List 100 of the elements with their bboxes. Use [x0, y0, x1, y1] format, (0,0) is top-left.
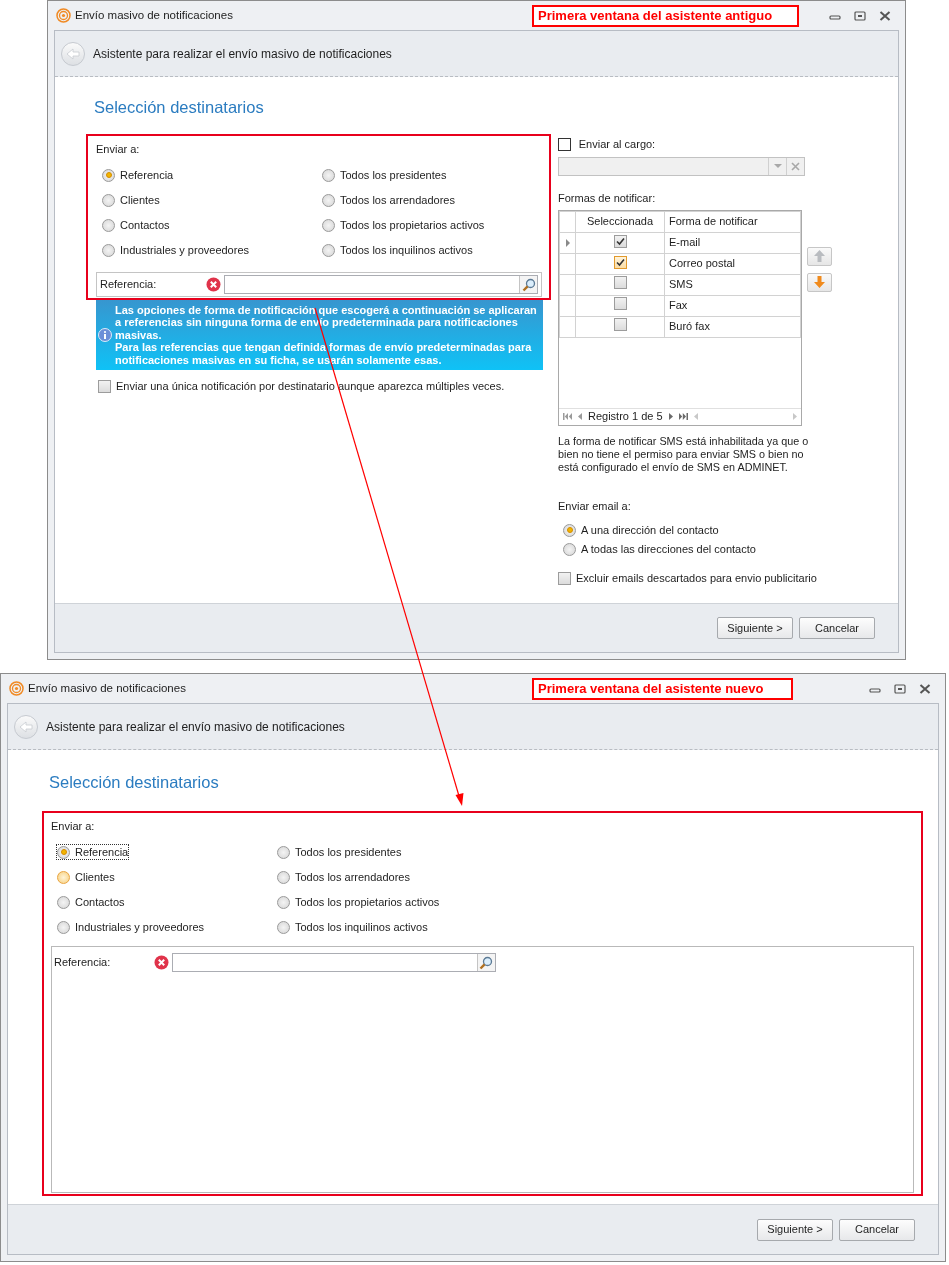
table-cell: Buró fax	[664, 316, 801, 337]
table-cell: E-mail	[664, 232, 801, 253]
wizard-header-text: Asistente para realizar el envío masivo de notificaciones	[93, 45, 392, 63]
radio-button[interactable]	[102, 243, 115, 257]
radio-option[interactable]: Referencia	[102, 168, 174, 182]
role-dropdown[interactable]	[558, 157, 805, 176]
checkbox-option[interactable]: Excluir emails descartados para envio publicitario	[558, 571, 818, 585]
radio-option[interactable]: Industriales y proveedores	[102, 243, 249, 257]
radio-option[interactable]: A todas las direcciones del contacto	[563, 542, 756, 556]
radio-option[interactable]: Todos los arrendadores	[277, 870, 410, 884]
search-button[interactable]	[476, 954, 495, 971]
reference-field[interactable]	[171, 953, 496, 972]
radio-button[interactable]	[57, 895, 70, 909]
move-up-button[interactable]	[807, 246, 832, 266]
radio-button[interactable]	[322, 193, 335, 207]
radio-option[interactable]: Contactos	[102, 218, 170, 232]
radio-button[interactable]	[102, 168, 115, 182]
radio-button[interactable]	[322, 218, 335, 232]
broadcast-icon	[56, 8, 71, 23]
window-title: Envío masivo de notificaciones	[75, 7, 233, 23]
back-arrow-icon	[66, 47, 80, 60]
radio-option[interactable]: Referencia	[57, 845, 129, 859]
back-button[interactable]	[61, 41, 85, 66]
section-label: Formas de notificar:	[558, 191, 657, 206]
last-record-icon[interactable]	[678, 413, 688, 420]
annotation-label: Primera ventana del asistente nuevo	[532, 677, 793, 700]
first-record-icon[interactable]	[563, 413, 572, 420]
radio-option[interactable]: Contactos	[57, 895, 125, 909]
checkbox[interactable]	[613, 235, 627, 249]
checkbox[interactable]	[613, 317, 627, 331]
radio-option[interactable]: Todos los inquilinos activos	[277, 920, 428, 934]
checkbox[interactable]	[558, 137, 571, 151]
group-label: Enviar a:	[51, 819, 96, 833]
checkbox[interactable]	[613, 256, 627, 270]
table-cell: SMS	[664, 274, 801, 295]
checkbox[interactable]	[98, 379, 111, 393]
radio-option[interactable]: Todos los propietarios activos	[322, 218, 485, 232]
radio-option[interactable]: Clientes	[57, 870, 115, 884]
search-button[interactable]	[519, 276, 537, 293]
radio-option[interactable]: Todos los propietarios activos	[277, 895, 440, 909]
info-icon	[98, 328, 112, 342]
radio-button[interactable]	[277, 845, 290, 859]
annotation-label: Primera ventana del asistente antiguo	[532, 4, 799, 27]
move-down-button[interactable]	[807, 272, 832, 292]
scroll-right-icon[interactable]	[793, 413, 797, 420]
dialog-button[interactable]: Cancelar	[799, 617, 875, 639]
radio-button[interactable]	[322, 243, 335, 257]
dialog-button[interactable]: Cancelar	[839, 1218, 915, 1241]
dropdown-arrow-icon	[773, 164, 782, 169]
reference-field[interactable]	[223, 275, 538, 294]
radio-button[interactable]	[277, 920, 290, 934]
column-header[interactable]: Seleccionada	[575, 211, 665, 232]
previous-record-icon[interactable]	[578, 413, 582, 420]
radio-button[interactable]	[102, 218, 115, 232]
radio-button[interactable]	[563, 523, 576, 537]
wizard-header-text: Asistente para realizar el envío masivo de notificaciones	[46, 718, 345, 736]
field-label: Referencia:	[54, 955, 112, 971]
maximize-icon[interactable]	[894, 683, 906, 694]
scroll-left-icon[interactable]	[693, 413, 698, 420]
table-cell: Fax	[664, 295, 801, 316]
radio-option[interactable]: A una dirección del contacto	[563, 523, 719, 537]
checkbox-option[interactable]: Enviar al cargo:	[558, 137, 805, 151]
next-record-icon[interactable]	[668, 413, 673, 420]
section-label: Enviar email a:	[558, 498, 632, 514]
radio-option[interactable]: Todos los presidentes	[322, 168, 447, 182]
radio-button[interactable]	[57, 920, 70, 934]
record-counter: Registro 1 de 5	[588, 409, 663, 425]
radio-button[interactable]	[322, 168, 335, 182]
dialog-button[interactable]: Siguiente >	[757, 1218, 833, 1241]
radio-option[interactable]: Clientes	[102, 193, 160, 207]
radio-button[interactable]	[102, 193, 115, 207]
close-icon[interactable]	[919, 683, 931, 694]
back-arrow-icon	[19, 720, 33, 733]
radio-button[interactable]	[277, 870, 290, 884]
radio-option[interactable]: Todos los inquilinos activos	[322, 243, 473, 257]
radio-option[interactable]: Industriales y proveedores	[57, 920, 204, 934]
checkbox-option[interactable]: Enviar una única notificación por destinatario aunque aparezca múltiples veces.	[98, 379, 551, 393]
checkbox[interactable]	[613, 296, 627, 310]
radio-button[interactable]	[57, 845, 70, 859]
radio-button[interactable]	[57, 870, 70, 884]
column-header[interactable]: Forma de notificar	[664, 211, 801, 232]
checkbox[interactable]	[558, 571, 571, 585]
row-indicator-icon	[564, 238, 571, 247]
dialog-button[interactable]: Siguiente >	[717, 617, 793, 639]
clear-icon	[791, 162, 800, 171]
section-heading: Selección destinatarios	[49, 772, 220, 792]
note-text: La forma de notificar SMS está inhabilitada ya que o bien no tiene el permiso para enviar SMS o bien no está configurado el envío de SMS en ADMINET.	[558, 434, 810, 474]
search-icon	[521, 277, 536, 292]
broadcast-icon	[9, 681, 24, 696]
close-icon[interactable]	[879, 10, 891, 21]
table-cell: Correo postal	[664, 253, 801, 274]
radio-button[interactable]	[563, 542, 576, 556]
radio-option[interactable]: Todos los arrendadores	[322, 193, 455, 207]
back-button[interactable]	[14, 714, 38, 739]
error-icon	[154, 955, 169, 970]
maximize-icon[interactable]	[854, 10, 866, 21]
radio-option[interactable]: Todos los presidentes	[277, 845, 402, 859]
radio-button[interactable]	[277, 895, 290, 909]
checkbox[interactable]	[613, 275, 627, 289]
window-title: Envío masivo de notificaciones	[28, 680, 186, 696]
